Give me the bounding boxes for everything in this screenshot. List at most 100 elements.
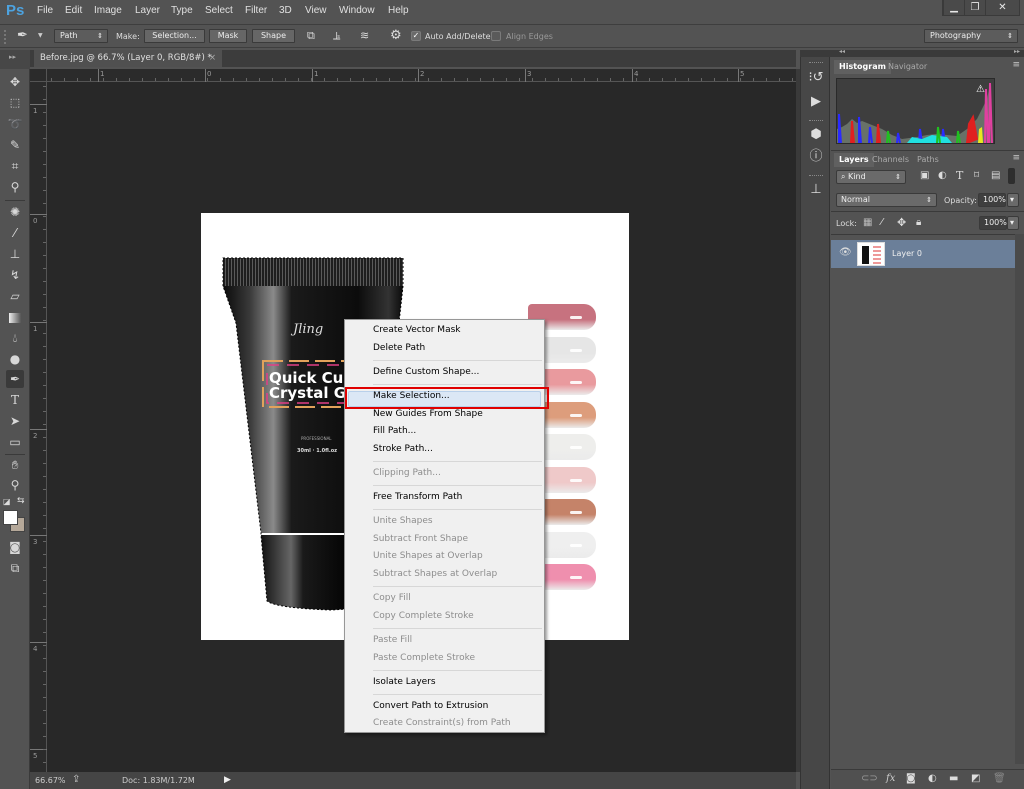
gear-icon[interactable]: ⚙ xyxy=(390,28,402,43)
move-tool-icon[interactable]: ✥ xyxy=(6,73,24,91)
filter-smart-object-icon[interactable]: ▤ xyxy=(991,170,1000,181)
menu-type[interactable]: Type xyxy=(171,5,193,16)
lock-transparent-icon[interactable]: ▦ xyxy=(863,217,872,228)
menu-item-new-guides-from-shape[interactable]: New Guides From Shape xyxy=(373,409,483,419)
workspace-select[interactable]: Photography ⇕ xyxy=(924,29,1018,43)
history-brush-icon[interactable]: ↯ xyxy=(6,266,24,284)
menu-item-paste-complete-stroke[interactable]: Paste Complete Stroke xyxy=(373,653,475,663)
blend-mode-select[interactable]: Normal ⇕ xyxy=(836,193,937,207)
filter-pixel-icon[interactable]: ▣ xyxy=(920,170,929,181)
pen-tool-icon[interactable]: ✒ xyxy=(17,28,28,43)
menu-item-unite-shapes[interactable]: Unite Shapes xyxy=(373,516,433,526)
eyedropper-icon[interactable]: ⚲ xyxy=(6,178,24,196)
filter-type-icon[interactable]: T xyxy=(956,169,963,182)
restore-button[interactable]: ❐ xyxy=(964,0,985,15)
add-mask-icon[interactable]: ◙ xyxy=(906,773,916,784)
layers-scrollbar[interactable] xyxy=(1015,234,1024,764)
tab-paths[interactable]: Paths xyxy=(912,153,944,167)
gradient-icon[interactable] xyxy=(6,308,24,326)
layer-name[interactable]: Layer 0 xyxy=(892,249,922,258)
status-menu-arrow-icon[interactable]: ▶ xyxy=(224,775,231,785)
menu-item-stroke-path[interactable]: Stroke Path... xyxy=(373,444,433,454)
dodge-icon[interactable]: ● xyxy=(6,350,24,368)
vertical-ruler[interactable]: 1 0 1 2 3 4 5 xyxy=(30,82,47,772)
path-alignment-icon[interactable]: ⫡ xyxy=(333,29,340,43)
panel-menu-icon[interactable]: ≡ xyxy=(1012,153,1020,163)
blur-icon[interactable]: 💧︎ xyxy=(6,329,24,347)
zoom-tool-icon[interactable]: ⚲ xyxy=(6,476,24,494)
menu-item-copy-complete-stroke[interactable]: Copy Complete Stroke xyxy=(373,611,474,621)
menu-item-subtract-shapes-at-overlap[interactable]: Subtract Shapes at Overlap xyxy=(373,569,497,579)
layer-row[interactable]: 👁︎ Layer 0 xyxy=(831,240,1015,268)
menu-view[interactable]: View xyxy=(305,5,327,16)
tool-preset-chevron-icon[interactable]: ▼ xyxy=(38,32,43,39)
menu-window[interactable]: Window xyxy=(339,5,375,16)
quick-selection-icon[interactable]: ✎ xyxy=(6,136,24,154)
opacity-dropdown-button[interactable]: ▾ xyxy=(1007,193,1019,207)
quick-mask-icon[interactable]: ◙ xyxy=(6,538,24,556)
menu-layer[interactable]: Layer xyxy=(135,5,160,16)
menu-select[interactable]: Select xyxy=(205,5,233,16)
path-arrangement-icon[interactable]: ≋ xyxy=(360,29,369,42)
fill-dropdown-button[interactable]: ▾ xyxy=(1007,216,1019,230)
dock-grip[interactable] xyxy=(809,62,823,65)
eraser-icon[interactable]: ▱ xyxy=(6,287,24,305)
tab-channels[interactable]: Channels xyxy=(867,153,914,167)
rectangular-marquee-icon[interactable]: ⬚ xyxy=(6,94,24,112)
menu-item-copy-fill[interactable]: Copy Fill xyxy=(373,593,411,603)
delete-layer-icon[interactable]: 🗑︎ xyxy=(993,773,1006,784)
brush-icon[interactable]: ⁄ xyxy=(6,224,24,242)
filter-shape-icon[interactable]: ⌑ xyxy=(974,170,979,181)
menu-item-convert-path-to-extrusion[interactable]: Convert Path to Extrusion xyxy=(373,701,488,711)
menu-item-subtract-front-shape[interactable]: Subtract Front Shape xyxy=(373,534,468,544)
menu-help[interactable]: Help xyxy=(388,5,409,16)
share-icon[interactable]: ⇪ xyxy=(72,774,80,785)
menu-item-paste-fill[interactable]: Paste Fill xyxy=(373,635,412,645)
menu-file[interactable]: File xyxy=(37,5,53,16)
crop-icon[interactable]: ⌗ xyxy=(6,157,24,175)
tool-presets-icon[interactable]: ⊥ xyxy=(808,182,824,198)
fx-icon[interactable]: fx xyxy=(886,773,895,784)
type-tool-icon[interactable]: T xyxy=(6,391,24,409)
menu-3d[interactable]: 3D xyxy=(279,5,292,16)
document-tab[interactable]: Before.jpg @ 66.7% (Layer 0, RGB/8#) * × xyxy=(34,50,222,67)
filter-kind-select[interactable]: ⌕ Kind ⇕ xyxy=(836,170,906,184)
fill-input[interactable]: 100% xyxy=(979,216,1007,230)
link-layers-icon[interactable]: ⊂⊃ xyxy=(861,773,878,784)
menu-item-fill-path[interactable]: Fill Path... xyxy=(373,426,416,436)
screen-mode-icon[interactable]: ⧉ xyxy=(6,559,24,577)
horizontal-ruler[interactable]: 1 0 1 2 3 4 5 xyxy=(47,69,796,82)
path-selection-icon[interactable]: ➤ xyxy=(6,412,24,430)
menu-item-delete-path[interactable]: Delete Path xyxy=(373,343,425,353)
expand-dock-icon[interactable]: ▸▸ xyxy=(1014,48,1020,55)
info-icon[interactable]: ⓘ xyxy=(808,149,824,165)
ruler-origin[interactable] xyxy=(30,69,47,82)
options-bar-grip[interactable] xyxy=(4,30,8,44)
adjustment-layer-icon[interactable]: ◐ xyxy=(928,773,937,784)
actions-play-icon[interactable]: ▶ xyxy=(808,94,824,110)
make-shape-button[interactable]: Shape xyxy=(252,29,295,43)
lock-position-icon[interactable]: ✥ xyxy=(897,216,906,229)
menu-item-clipping-path[interactable]: Clipping Path... xyxy=(373,468,441,478)
new-group-icon[interactable]: ▬ xyxy=(949,773,958,784)
3d-panel-icon[interactable]: ⬢ xyxy=(808,127,824,143)
pen-tool-icon[interactable]: ✒ xyxy=(6,370,24,388)
menu-item-free-transform-path[interactable]: Free Transform Path xyxy=(373,492,462,502)
zoom-level[interactable]: 66.67% xyxy=(35,776,66,785)
dock-grip[interactable] xyxy=(809,175,823,178)
menu-item-define-custom-shape[interactable]: Define Custom Shape... xyxy=(373,367,479,377)
auto-add-delete-checkbox[interactable]: ✓ xyxy=(411,31,421,41)
tab-navigator[interactable]: Navigator xyxy=(883,60,932,74)
path-operations-icon[interactable]: ⧉ xyxy=(307,29,315,43)
filter-toggle[interactable] xyxy=(1008,168,1015,184)
align-edges-checkbox[interactable] xyxy=(491,31,501,41)
minimize-button[interactable]: ▁ xyxy=(943,0,964,15)
opacity-input[interactable]: 100% xyxy=(978,193,1006,207)
history-icon[interactable]: ⁝↺ xyxy=(808,70,824,86)
close-tab-icon[interactable]: × xyxy=(209,50,216,67)
make-mask-button[interactable]: Mask xyxy=(209,29,247,43)
menu-item-isolate-layers[interactable]: Isolate Layers xyxy=(373,677,436,687)
menu-item-create-constraints-from-path[interactable]: Create Constraint(s) from Path xyxy=(373,718,511,728)
lasso-icon[interactable]: ➰ xyxy=(6,115,24,133)
new-layer-icon[interactable]: ◩ xyxy=(971,773,980,784)
